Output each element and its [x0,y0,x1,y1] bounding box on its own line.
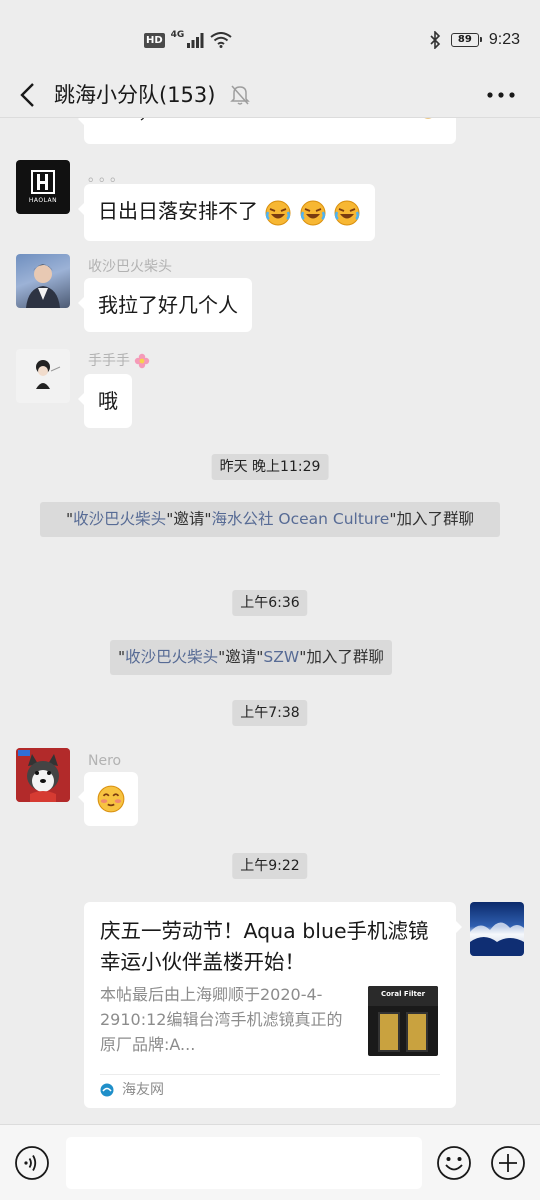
timestamp: 上午6:36 [232,590,308,616]
battery-icon: 89 [450,33,482,47]
thumbnail-label: Coral Filter [380,990,426,998]
card-source-name: 海友网 [122,1082,164,1098]
invite-mid-text: "邀请" [218,648,264,666]
emoji-laugh-cry-icon [424,118,432,119]
back-arrow-icon[interactable] [14,80,44,110]
avatar-haolan[interactable]: HAOLAN [16,160,70,214]
avatar-portrait [36,360,61,389]
message-bubble[interactable]: 哦 [78,374,132,428]
invite-end-text: "加入了群聊 [299,648,384,666]
emoji-laugh-cry-icon [265,200,291,225]
signal-icon [187,33,204,48]
status-icons-right: 89 9:23 [429,28,520,52]
wifi-icon [210,32,232,48]
bluetooth-icon [430,31,440,49]
chat-title: 跳海小分队(153) [54,83,216,107]
timestamp: 上午9:22 [232,853,308,879]
sender-name: 手手手 [88,352,150,370]
message-text: 哦 [98,389,118,413]
message-text: 日出日落安排不了 [98,199,258,223]
plus-icon[interactable] [490,1145,526,1181]
link-card[interactable]: 庆五一劳动节！Aqua blue手机滤镜幸运小伙伴盖楼开始！ 本帖最后由上海卿顺… [84,902,462,1108]
system-message: "收沙巴火柴头"邀请"SZW"加入了群聊 [110,640,392,675]
chat-header: 跳海小分队(153) [0,72,540,118]
message-bubble[interactable] [78,772,138,826]
status-bar: HD 4G 89 9:23 [0,0,540,72]
invite-end-text: "加入了群聊 [389,510,474,528]
voice-input-icon[interactable] [14,1145,50,1181]
system-message: "收沙巴火柴头"邀请"海水公社 Ocean Culture"加入了群聊 [40,502,500,537]
card-title: 庆五一劳动节！Aqua blue手机滤镜幸运小伙伴盖楼开始！ [100,919,429,974]
avatar-nero[interactable] [16,748,70,802]
sender-name: Nero [88,753,122,769]
card-thumbnail: Coral Filter [368,986,438,1056]
message-list[interactable]: ……，…… HAOLAN 。。。 日出日落安排不了 [0,118,540,1124]
clock: 9:23 [488,31,520,48]
timestamp: 上午7:38 [232,700,308,726]
sender-name-text: 手手手 [88,353,130,369]
status-icons-left: HD 4G [144,30,232,50]
avatar-self[interactable] [470,902,524,956]
input-bar [0,1124,540,1200]
message-text: 我拉了好几个人 [98,293,238,317]
avatar-portrait [26,264,60,308]
card-description: 本帖最后由上海卿顺于2020-4-2910:12编辑台湾手机滤镜真正的原厂品牌:… [100,985,343,1054]
hd-badge: HD [144,32,165,48]
network-type: 4G [170,30,185,40]
avatar-dog [16,748,70,802]
message-input[interactable] [66,1137,422,1189]
partial-message-bubble[interactable]: ……，…… [78,118,456,144]
timestamp: 昨天 晚上11:29 [211,454,329,480]
emoji-blush-icon [97,785,125,813]
invite-mid-text: "邀请" [166,510,212,528]
inviter-link[interactable]: 收沙巴火柴头 [125,648,218,666]
more-options-icon[interactable] [486,84,516,106]
emoji-picker-icon[interactable] [436,1145,472,1181]
mute-bell-icon [230,85,250,105]
invitee-link[interactable]: 海水公社 Ocean Culture [211,510,389,528]
invitee-link[interactable]: SZW [263,648,299,666]
emoji-laugh-cry-icon [334,200,360,225]
sender-name: 收沙巴火柴头 [88,259,172,275]
emoji-laugh-cry-icon [300,200,326,225]
avatar-logo-text: HAOLAN [28,197,58,204]
avatar-user[interactable] [16,349,70,403]
flower-icon [135,353,150,369]
haolan-logo-mark [31,170,55,194]
avatar-user[interactable] [16,254,70,308]
inviter-link[interactable]: 收沙巴火柴头 [73,510,166,528]
source-app-icon [100,1083,114,1097]
message-bubble[interactable]: 日出日落安排不了 [77,184,376,241]
card-divider [100,1074,440,1075]
avatar-wave-image [470,922,524,956]
message-bubble[interactable]: 我拉了好几个人 [78,278,252,332]
partial-message-text: ……，…… [98,118,198,123]
